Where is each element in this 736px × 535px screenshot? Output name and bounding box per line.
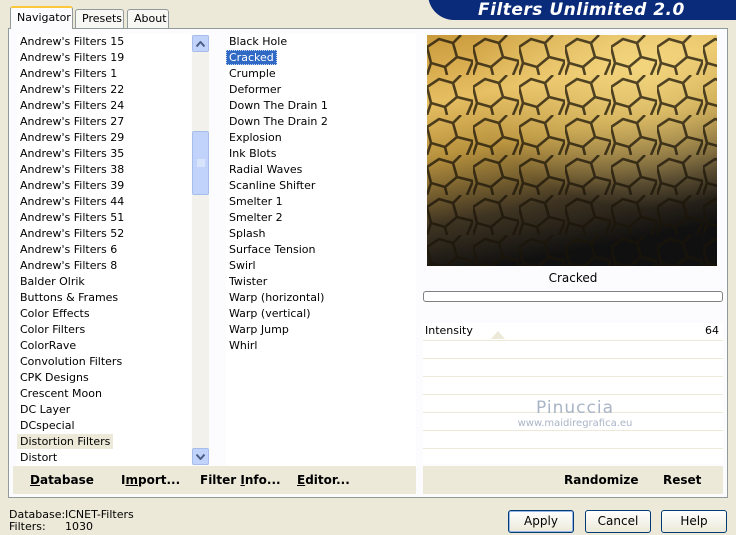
preview-caption: Cracked [548, 271, 598, 285]
list-item[interactable]: Warp (horizontal) [226, 290, 416, 306]
filter-preview [427, 35, 717, 266]
list-item[interactable]: Andrew's Filters 52 [17, 226, 191, 242]
category-list[interactable]: Andrew's Filters 15 Andrew's Filters 19 An… [17, 34, 191, 466]
list-item[interactable]: Andrew's Filters 6 [17, 242, 191, 258]
tab-about[interactable]: About [127, 9, 169, 28]
filters-count: 1030 [65, 520, 93, 533]
chevron-down-icon [196, 453, 205, 460]
scroll-down-button[interactable] [192, 448, 209, 465]
list-item[interactable]: Color Effects [17, 306, 191, 322]
list-item[interactable]: Convolution Filters [17, 354, 191, 370]
list-item[interactable]: Warp (vertical) [226, 306, 416, 322]
list-item[interactable]: Warp Jump [226, 322, 416, 338]
editor-button[interactable]: Editor... [297, 466, 350, 494]
list-item[interactable]: Distort [17, 450, 191, 466]
help-button[interactable]: Help [661, 510, 727, 533]
randomize-button[interactable]: Randomize [564, 466, 638, 494]
database-button[interactable]: Database [30, 466, 94, 494]
list-item[interactable]: Smelter 1 [226, 194, 416, 210]
intensity-label: Intensity [425, 324, 473, 337]
right-toolbar: Randomize Reset [423, 466, 723, 494]
list-item[interactable]: Ink Blots [226, 146, 416, 162]
list-item[interactable]: Deformer [226, 82, 416, 98]
list-item[interactable]: Andrew's Filters 29 [17, 130, 191, 146]
intensity-value: 64 [705, 324, 719, 337]
tab-navigator[interactable]: Navigator [10, 6, 73, 29]
list-item[interactable]: Crumple [226, 66, 416, 82]
app-title: Filters Unlimited 2.0 [478, 0, 685, 20]
list-item[interactable]: Smelter 2 [226, 210, 416, 226]
list-item[interactable]: Down The Drain 2 [226, 114, 416, 130]
list-item[interactable]: Andrew's Filters 35 [17, 146, 191, 162]
list-item[interactable]: Buttons & Frames [17, 290, 191, 306]
list-item[interactable]: Andrew's Filters 15 [17, 34, 191, 50]
list-item[interactable]: Radial Waves [226, 162, 416, 178]
list-item[interactable]: Surface Tension [226, 242, 416, 258]
list-item[interactable]: Black Hole [226, 34, 416, 50]
filter-info-button[interactable]: Filter Info... [200, 466, 281, 494]
scroll-up-button[interactable] [192, 35, 209, 52]
list-item[interactable]: Splash [226, 226, 416, 242]
scroll-thumb[interactable] [192, 131, 209, 195]
app-title-banner: Filters Unlimited 2.0 [428, 0, 736, 20]
list-item[interactable]: Cracked [226, 50, 416, 66]
filter-list[interactable]: Black Hole Cracked Crumple Deformer Down The… [226, 34, 416, 466]
list-item[interactable]: Andrew's Filters 1 [17, 66, 191, 82]
chevron-up-icon [196, 40, 205, 47]
list-item[interactable]: Andrew's Filters 19 [17, 50, 191, 66]
import-button[interactable]: Import... [121, 466, 180, 494]
cancel-button[interactable]: Cancel [585, 510, 651, 533]
list-item[interactable]: Andrew's Filters 8 [17, 258, 191, 274]
left-toolbar: Database Import... Filter Info... Editor… [13, 466, 416, 494]
category-scrollbar[interactable] [192, 35, 209, 465]
list-item[interactable]: DCspecial [17, 418, 191, 434]
list-item[interactable]: DC Layer [17, 402, 191, 418]
progress-bar [423, 291, 723, 302]
list-item[interactable]: Color Filters [17, 322, 191, 338]
list-item[interactable]: Twister [226, 274, 416, 290]
preview-image [427, 35, 717, 266]
list-item[interactable]: Andrew's Filters 22 [17, 82, 191, 98]
reset-button[interactable]: Reset [663, 466, 701, 494]
grip-icon [196, 159, 205, 167]
list-item[interactable]: Scanline Shifter [226, 178, 416, 194]
list-item[interactable]: Down The Drain 1 [226, 98, 416, 114]
list-item[interactable]: Explosion [226, 130, 416, 146]
list-item[interactable]: Andrew's Filters 27 [17, 114, 191, 130]
list-item[interactable]: Balder Olrik [17, 274, 191, 290]
apply-button[interactable]: Apply [508, 510, 574, 533]
list-item[interactable]: Crescent Moon [17, 386, 191, 402]
filters-label: Filters: [9, 520, 46, 533]
parameter-panel: Intensity 64 [423, 323, 723, 464]
list-item[interactable]: Andrew's Filters 44 [17, 194, 191, 210]
list-item[interactable]: Andrew's Filters 38 [17, 162, 191, 178]
list-item[interactable]: Andrew's Filters 51 [17, 210, 191, 226]
list-item[interactable]: Andrew's Filters 39 [17, 178, 191, 194]
tab-presets[interactable]: Presets [75, 9, 124, 28]
list-item[interactable]: Distortion Filters [17, 434, 191, 450]
status-area: Database:ICNET-Filters Filters: 1030 [9, 509, 134, 533]
list-item[interactable]: Andrew's Filters 24 [17, 98, 191, 114]
list-item[interactable]: ColorRave [17, 338, 191, 354]
list-item[interactable]: Swirl [226, 258, 416, 274]
list-item[interactable]: Whirl [226, 338, 416, 354]
intensity-slider-thumb[interactable] [491, 331, 505, 339]
list-item[interactable]: CPK Designs [17, 370, 191, 386]
